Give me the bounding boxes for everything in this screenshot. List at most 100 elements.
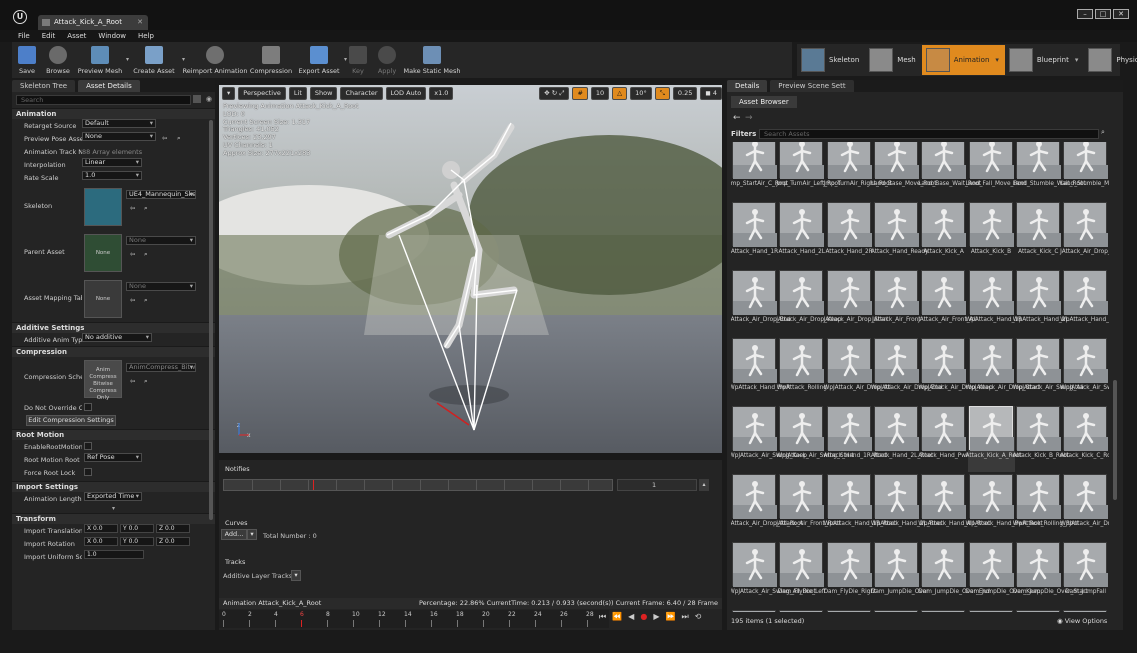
- playback-speed-button[interactable]: x1.0: [429, 86, 454, 100]
- asset-tile[interactable]: [731, 610, 778, 612]
- tab-preview-scene-settings[interactable]: Preview Scene Sett: [770, 80, 854, 92]
- asset-tile[interactable]: WpJAttack_Air_Drop_All_Root: [1060, 474, 1109, 540]
- asset-tile[interactable]: [826, 610, 873, 612]
- menu-edit[interactable]: Edit: [42, 30, 56, 42]
- asset-tile[interactable]: Land_Stumble_Wait_Root: [1013, 142, 1086, 200]
- browse-button[interactable]: Browse: [42, 42, 74, 78]
- asset-tile[interactable]: JAttack_Air_Drop_Start: [824, 270, 888, 336]
- browse-asset-icon[interactable]: ⌕: [177, 134, 181, 143]
- use-selected-compression-icon[interactable]: ⇦: [130, 377, 135, 385]
- animation-length-dropdown[interactable]: Exported Time: [84, 492, 142, 501]
- asset-scrollbar[interactable]: [1113, 380, 1117, 500]
- asset-tile[interactable]: [968, 610, 1015, 612]
- minimize-button[interactable]: –: [1077, 9, 1093, 19]
- asset-tile[interactable]: Attack_Hand_1R: [731, 202, 778, 268]
- asset-tile[interactable]: Dam_JumpDie_Over: [871, 542, 929, 608]
- rotation-z-input[interactable]: Z 0.0: [156, 537, 190, 546]
- search-icon[interactable]: ⌕: [1101, 128, 1105, 137]
- scale-snap-value[interactable]: 0.25: [672, 86, 698, 100]
- asset-tile[interactable]: Attack_Hand_PwR_Root: [918, 406, 986, 472]
- asset-tile[interactable]: [873, 610, 920, 612]
- asset-tile[interactable]: Land_Base_Move_Root: [871, 142, 937, 200]
- key-button[interactable]: Key: [344, 42, 372, 78]
- details-scrollbar[interactable]: [209, 120, 213, 520]
- asset-tile[interactable]: JAttack_Air_Drop_All_Root: [731, 474, 803, 540]
- asset-tile[interactable]: JAttack_Air_Front: [872, 270, 921, 336]
- asset-tile[interactable]: JAttack_Air_Drop_Keep: [776, 270, 841, 336]
- asset-tile[interactable]: Attack_Kick_B: [968, 202, 1015, 268]
- asset-tile[interactable]: Land_Stumble_Move_Root: [1060, 142, 1109, 200]
- camera-speed-icon[interactable]: ◼ 4: [700, 86, 722, 100]
- asset-tile[interactable]: Attack_Kick_C: [1015, 202, 1062, 268]
- section-root-motion[interactable]: Root Motion: [12, 429, 215, 440]
- section-animation[interactable]: Animation: [12, 108, 215, 119]
- playhead-marker[interactable]: [313, 480, 314, 490]
- asset-tile[interactable]: WpAttack_Hand_All: [1060, 270, 1109, 336]
- lod-button[interactable]: LOD Auto: [385, 86, 427, 100]
- asset-tile[interactable]: [1062, 610, 1109, 612]
- asset-tile[interactable]: WpJAttack_Air_Drop_Keep: [918, 338, 993, 404]
- rotation-y-input[interactable]: Y 0.0: [120, 537, 154, 546]
- step-back-icon[interactable]: ⏪: [612, 612, 622, 622]
- section-transform[interactable]: Transform: [12, 513, 215, 524]
- asset-tile[interactable]: Jmp_TurnAir_Right_Root: [824, 142, 892, 200]
- asset-tile[interactable]: Dam_JumpDie_Over_Start: [1013, 542, 1088, 608]
- transform-tools-icon[interactable]: ✥ ↻ ⤢: [539, 86, 570, 100]
- use-selected-skeleton-icon[interactable]: ⇦: [130, 204, 135, 212]
- asset-tile[interactable]: Attack_Kick_C_Root: [1060, 406, 1109, 472]
- play-reverse-icon[interactable]: ◀: [628, 612, 634, 622]
- translation-y-input[interactable]: Y 0.0: [120, 524, 154, 533]
- mode-physics[interactable]: Physics: [1084, 45, 1137, 75]
- skeleton-dropdown[interactable]: UE4_Mannequin_Skel: [126, 190, 196, 199]
- interpolation-dropdown[interactable]: Linear: [82, 158, 142, 167]
- asset-tile[interactable]: WpAttack_Rolling: [777, 338, 827, 404]
- grid-snap-icon[interactable]: #: [572, 86, 588, 100]
- maximize-button[interactable]: □: [1095, 9, 1111, 19]
- asset-tile[interactable]: JAttack_Air_Drop_All: [1060, 202, 1109, 268]
- asset-tile[interactable]: Attack_Kick_A_Root: [966, 406, 1022, 472]
- tab-asset-details[interactable]: Asset Details: [78, 80, 140, 92]
- skip-back-icon[interactable]: ⏮: [599, 612, 606, 622]
- asset-tile[interactable]: Dam_FlyDie_Left: [778, 542, 826, 608]
- menu-file[interactable]: File: [18, 30, 30, 42]
- asset-tile[interactable]: Dam_FlyDie_Right: [824, 542, 876, 608]
- character-button[interactable]: Character: [340, 86, 383, 100]
- asset-tile[interactable]: Jmp_StartAir_C_Root: [731, 142, 788, 200]
- tab-details[interactable]: Details: [727, 80, 768, 92]
- asset-tile[interactable]: Attack_Hand_2L: [778, 202, 825, 268]
- notify-track-count[interactable]: 1: [617, 479, 697, 491]
- rate-scale-input[interactable]: 1.0: [82, 171, 142, 180]
- section-compression[interactable]: Compression: [12, 346, 215, 357]
- asset-tile[interactable]: WpJAttack_Air_Swing_Start: [776, 406, 854, 472]
- add-curve-dropdown[interactable]: ▾: [247, 529, 257, 540]
- mode-animation[interactable]: Animation ▾: [921, 45, 1005, 75]
- translation-x-input[interactable]: X 0.0: [84, 524, 118, 533]
- filters-button[interactable]: Filters: [731, 130, 756, 138]
- lit-button[interactable]: Lit: [288, 86, 307, 100]
- expand-arrow-icon[interactable]: ▾: [12, 505, 215, 513]
- property-matrix-icon[interactable]: [193, 95, 201, 103]
- create-asset-button[interactable]: Create Asset ▾: [126, 42, 185, 78]
- asset-tile[interactable]: WpAttack_Hand_2L_Root: [871, 474, 943, 540]
- grid-snap-value[interactable]: 10: [590, 86, 610, 100]
- rotation-snap-value[interactable]: 10°: [630, 86, 652, 100]
- asset-tile[interactable]: JAttack_Air_Front_All: [918, 270, 977, 336]
- menu-window[interactable]: Window: [98, 30, 126, 42]
- asset-tile[interactable]: [778, 610, 825, 612]
- asset-tile[interactable]: WpAttack_Hand_All_Root: [918, 474, 990, 540]
- asset-tile[interactable]: WpAttack_Hand_1R_Root: [824, 474, 896, 540]
- compression-scheme-dropdown[interactable]: AnimCompress_Bitwi: [126, 363, 196, 372]
- asset-tile[interactable]: JAttack_Air_Drop_End: [731, 270, 791, 336]
- compression-scheme-thumbnail[interactable]: Anim Compress Bitwise Compress Only: [84, 360, 122, 401]
- asset-tile[interactable]: Attack_Hand_2R: [825, 202, 873, 268]
- asset-tile[interactable]: [920, 610, 967, 612]
- step-forward-icon[interactable]: ⏩: [665, 612, 675, 622]
- mode-skeleton[interactable]: Skeleton: [797, 45, 865, 75]
- reimport-button[interactable]: Reimport Animation: [182, 42, 248, 78]
- forward-arrow-icon[interactable]: →: [745, 113, 753, 123]
- asset-tile[interactable]: Dam_JumpDie_Over_End: [918, 542, 990, 608]
- close-tab-icon[interactable]: ✕: [137, 18, 143, 26]
- mapping-table-dropdown[interactable]: None: [126, 282, 196, 291]
- use-selected-parent-icon[interactable]: ⇦: [130, 250, 135, 258]
- viewport[interactable]: zx ▾ Perspective Lit Show Character LOD …: [219, 85, 722, 453]
